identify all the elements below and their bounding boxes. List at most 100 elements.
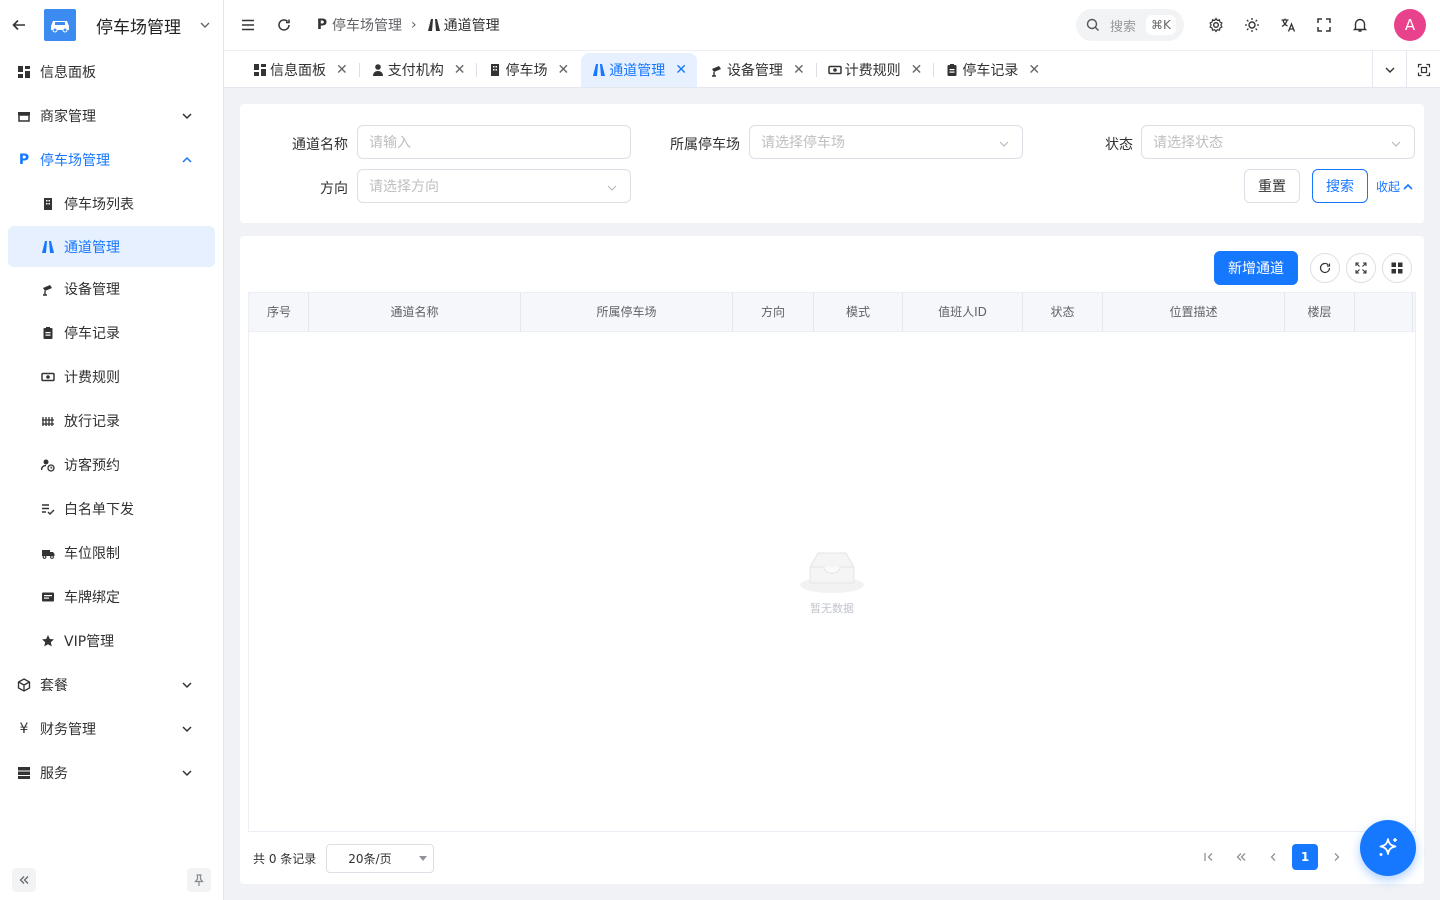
sidebar-item-package[interactable]: 套餐 <box>0 663 223 707</box>
building-icon <box>487 62 503 78</box>
add-channel-button[interactable]: 新增通道 <box>1214 251 1298 285</box>
settings-icon[interactable] <box>1204 13 1228 37</box>
tab-label: 信息面板 <box>270 63 326 79</box>
sidebar-item-parking-list[interactable]: 停车场列表 <box>0 182 223 226</box>
sidebar-item-visitor-booking[interactable]: 访客预约 <box>0 443 223 487</box>
tab-dropdown-button[interactable] <box>1372 51 1406 88</box>
sidebar-menu: 信息面板 商家管理 P 停车场管理 停车场列表 通道管理 设备管理 停车记录 计… <box>0 50 223 795</box>
avatar[interactable]: A <box>1394 9 1426 41</box>
sidebar-item-channel-management[interactable]: 通道管理 <box>8 226 215 267</box>
search-button[interactable]: 搜索 <box>1312 169 1368 203</box>
money-icon <box>827 62 843 78</box>
total-count: 共 0 条记录 <box>253 852 317 866</box>
translate-icon[interactable] <box>1276 13 1300 37</box>
first-page-icon <box>1201 849 1217 865</box>
pin-sidebar-button[interactable] <box>187 868 211 892</box>
table-fullscreen-button[interactable] <box>1346 253 1376 283</box>
prev-jump-button[interactable] <box>1228 844 1254 870</box>
sidebar-item-billing-rules[interactable]: 计费规则 <box>0 355 223 399</box>
tab-parking-records[interactable]: 停车记录 ✕ <box>934 53 1050 87</box>
sidebar-item-space-limit[interactable]: 车位限制 <box>0 531 223 575</box>
camera-icon <box>40 281 56 297</box>
close-icon[interactable]: ✕ <box>557 62 569 78</box>
fullscreen-icon[interactable] <box>1312 13 1336 37</box>
sidebar-item-label: 商家管理 <box>40 109 96 125</box>
sidebar-item-service[interactable]: 服务 <box>0 751 223 795</box>
breadcrumb-current: 通道管理 <box>443 18 500 34</box>
close-icon[interactable]: ✕ <box>454 62 466 78</box>
tab-payment-org[interactable]: 支付机构 ✕ <box>360 53 478 87</box>
chevron-down-icon[interactable] <box>197 17 213 33</box>
page-size-select[interactable]: 20条/页 <box>326 844 435 873</box>
prev-page-button[interactable] <box>1260 844 1286 870</box>
clipboard-icon <box>40 325 56 341</box>
back-arrow-icon[interactable] <box>9 15 29 35</box>
theme-sun-icon[interactable] <box>1240 13 1264 37</box>
breadcrumb-item[interactable]: 停车场管理 <box>332 15 402 35</box>
column-settings-button[interactable] <box>1382 253 1412 283</box>
column-header-actions <box>1355 293 1413 332</box>
sidebar-footer <box>12 868 211 892</box>
double-chevron-left-icon <box>1233 849 1249 865</box>
bell-icon[interactable] <box>1348 13 1372 37</box>
direction-label: 方向 <box>320 181 348 197</box>
tab-label: 设备管理 <box>726 63 783 79</box>
chevron-left-icon <box>1265 849 1281 865</box>
close-icon[interactable]: ✕ <box>336 62 348 78</box>
sidebar-item-parking-records[interactable]: 停车记录 <box>0 311 223 355</box>
sidebar-item-finance[interactable]: ¥ 财务管理 <box>0 707 223 751</box>
tab-maximize-button[interactable] <box>1406 51 1440 88</box>
pin-icon <box>191 872 207 888</box>
column-header: 值班人ID <box>903 293 1023 332</box>
sidebar-item-label: 财务管理 <box>40 722 96 738</box>
close-icon[interactable]: ✕ <box>911 62 923 78</box>
tab-dashboard[interactable]: 信息面板 ✕ <box>242 53 360 87</box>
close-icon[interactable]: ✕ <box>675 62 687 78</box>
server-icon <box>16 765 32 781</box>
collapse-sidebar-button[interactable] <box>12 868 36 892</box>
status-select[interactable]: 请选择状态 <box>1141 125 1415 159</box>
sidebar-item-release-records[interactable]: 放行记录 <box>0 399 223 443</box>
chevron-right-icon <box>1329 849 1345 865</box>
sidebar-item-label: 信息面板 <box>40 65 96 81</box>
page-number-current[interactable]: 1 <box>1292 844 1318 870</box>
tab-billing-rules[interactable]: 计费规则 ✕ <box>817 53 935 87</box>
status-label: 状态 <box>1105 137 1133 153</box>
channel-name-input[interactable]: 请输入 <box>357 125 631 159</box>
close-icon[interactable]: ✕ <box>793 62 805 78</box>
tab-parking[interactable]: 停车场 ✕ <box>477 53 579 87</box>
tab-device-management[interactable]: 设备管理 ✕ <box>699 53 817 87</box>
refresh-icon[interactable] <box>272 13 296 37</box>
sparkle-icon <box>1375 835 1401 861</box>
first-page-button[interactable] <box>1196 844 1222 870</box>
sidebar-item-dashboard[interactable]: 信息面板 <box>0 50 223 94</box>
direction-select[interactable]: 请选择方向 <box>357 169 631 203</box>
chevron-down-icon <box>179 677 195 693</box>
next-page-button[interactable] <box>1324 844 1350 870</box>
collapse-filter-link[interactable]: 收起 <box>1376 178 1416 195</box>
sidebar-item-plate-binding[interactable]: 车牌绑定 <box>0 575 223 619</box>
close-icon[interactable]: ✕ <box>1028 62 1040 78</box>
reset-button[interactable]: 重置 <box>1244 169 1300 203</box>
sidebar-item-vip[interactable]: VIP管理 <box>0 619 223 663</box>
column-header: 状态 <box>1023 293 1103 332</box>
table-refresh-button[interactable] <box>1310 253 1340 283</box>
menu-toggle-icon[interactable] <box>236 13 260 37</box>
refresh-icon <box>1317 260 1333 276</box>
sidebar-item-merchant[interactable]: 商家管理 <box>0 94 223 138</box>
breadcrumb-separator: › <box>411 17 417 33</box>
search-icon <box>1085 17 1101 33</box>
dashboard-icon <box>252 62 268 78</box>
search-shortcut: ⌘K <box>1146 15 1176 35</box>
expand-icon <box>1353 260 1369 276</box>
global-search[interactable]: 搜索 ⌘K <box>1076 9 1184 41</box>
ai-assistant-button[interactable] <box>1360 820 1416 876</box>
store-icon <box>16 108 32 124</box>
sidebar-item-whitelist[interactable]: 白名单下发 <box>0 487 223 531</box>
tab-channel-management[interactable]: 通道管理 ✕ <box>581 53 697 87</box>
sidebar-item-label: 服务 <box>40 766 68 782</box>
parking-select[interactable]: 请选择停车场 <box>749 125 1023 159</box>
sidebar-item-parking-management[interactable]: P 停车场管理 <box>0 138 223 182</box>
sidebar-item-device-management[interactable]: 设备管理 <box>0 267 223 311</box>
channel-name-placeholder: 请输入 <box>369 135 411 151</box>
